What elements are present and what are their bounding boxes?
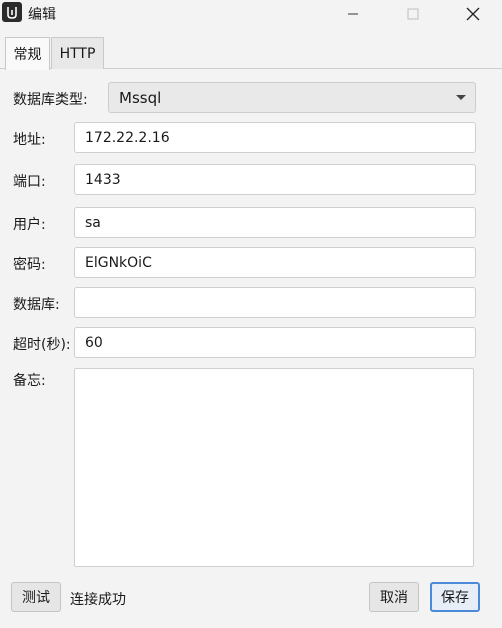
close-icon bbox=[466, 7, 480, 21]
database-label: 数据库: bbox=[13, 297, 60, 313]
memo-textarea[interactable] bbox=[74, 368, 474, 567]
timeout-label: 超时(秒): bbox=[13, 337, 71, 353]
cancel-button[interactable]: 取消 bbox=[369, 582, 419, 612]
db-type-value: Mssql bbox=[119, 88, 162, 107]
maximize-button[interactable] bbox=[390, 0, 436, 28]
address-label: 地址: bbox=[13, 132, 46, 148]
save-button[interactable]: 保存 bbox=[430, 582, 480, 612]
tab-http[interactable]: HTTP bbox=[51, 37, 104, 69]
address-field[interactable]: 172.22.2.16 bbox=[74, 122, 476, 153]
minimize-button[interactable] bbox=[330, 0, 376, 28]
close-button[interactable] bbox=[450, 0, 496, 28]
user-label: 用户: bbox=[13, 217, 46, 233]
window-title: 编辑 bbox=[28, 7, 56, 23]
db-type-select[interactable]: Mssql bbox=[108, 82, 476, 113]
app-logo-icon bbox=[2, 2, 22, 22]
maximize-icon bbox=[407, 8, 419, 20]
password-label: 密码: bbox=[13, 257, 46, 273]
port-field[interactable]: 1433 bbox=[74, 164, 476, 195]
tab-strip: 常规 HTTP bbox=[0, 33, 502, 70]
user-field[interactable]: sa bbox=[74, 207, 476, 238]
password-field[interactable]: ElGNkOiC bbox=[74, 247, 476, 278]
connection-status: 连接成功 bbox=[70, 592, 126, 608]
database-field[interactable] bbox=[74, 287, 476, 318]
db-type-label: 数据库类型: bbox=[13, 92, 88, 108]
tab-general[interactable]: 常规 bbox=[5, 37, 50, 70]
chevron-down-icon bbox=[456, 95, 466, 100]
port-label: 端口: bbox=[13, 174, 46, 190]
test-button[interactable]: 测试 bbox=[11, 582, 61, 612]
minimize-icon bbox=[348, 13, 358, 15]
memo-label: 备忘: bbox=[13, 373, 46, 389]
title-bar: 编辑 bbox=[0, 0, 502, 28]
timeout-field[interactable]: 60 bbox=[74, 327, 476, 358]
